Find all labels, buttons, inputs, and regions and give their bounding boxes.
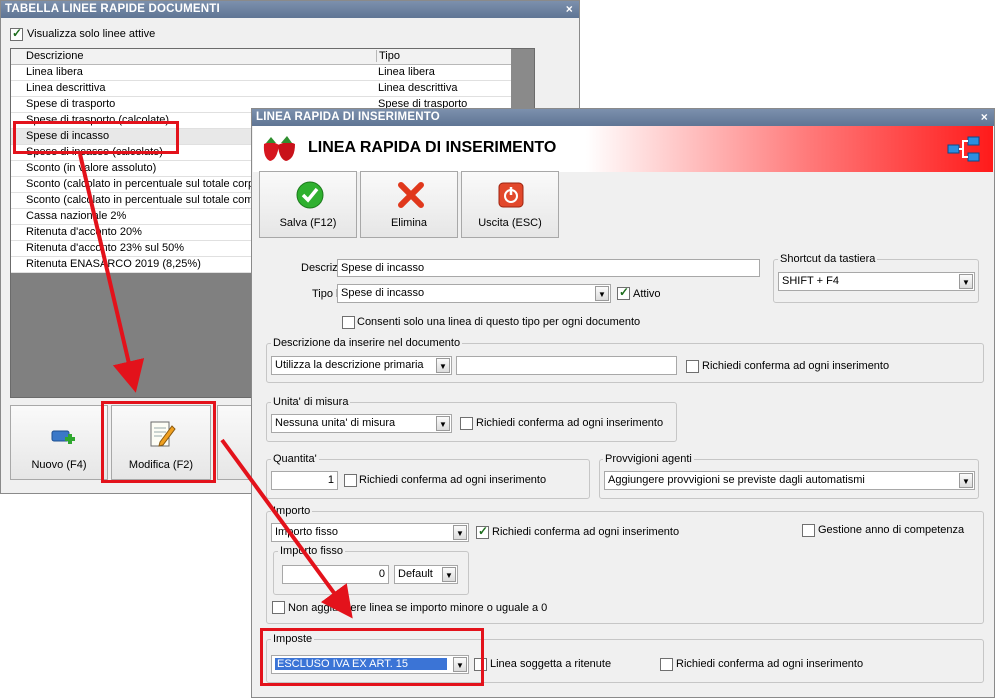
annotation-arrows [78,153,353,619]
arrow-row-to-edit [78,153,145,393]
arrow-edit-to-imposte [220,438,353,619]
